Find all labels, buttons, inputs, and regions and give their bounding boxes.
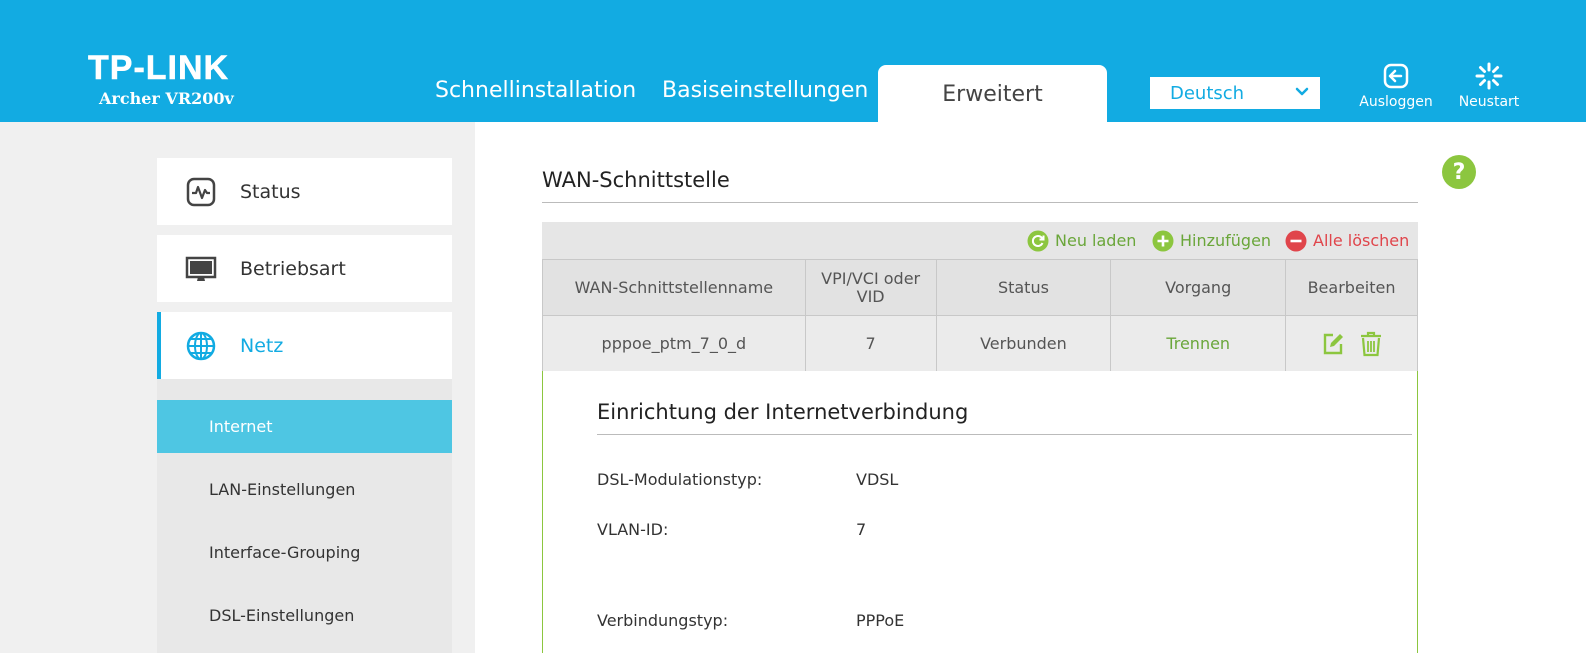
field-value: 7 — [856, 520, 867, 539]
sidebar-item-label: Betriebsart — [240, 257, 346, 280]
chevron-down-icon — [1295, 87, 1309, 96]
trash-icon[interactable] — [1359, 331, 1383, 357]
add-label: Hinzufügen — [1180, 231, 1272, 250]
sidebar-item-label: Netz — [240, 334, 284, 357]
tab-advanced[interactable]: Erweitert — [878, 65, 1107, 122]
edit-icon[interactable] — [1321, 332, 1345, 356]
delete-all-label: Alle löschen — [1313, 231, 1410, 250]
globe-icon — [186, 331, 216, 361]
logo-text: TP-LINK — [88, 49, 230, 87]
logout-icon — [1383, 63, 1409, 89]
vid-cell: 7 — [804, 315, 937, 372]
divider — [597, 434, 1412, 435]
logout-label: Ausloggen — [1359, 94, 1433, 110]
sidebar-subitem-interface-grouping[interactable]: Interface-Grouping — [157, 526, 452, 579]
tab-basic[interactable]: Basiseinstellungen — [662, 78, 868, 103]
table-row: pppoe_ptm_7_0_d 7 Verbunden Trennen — [542, 315, 1418, 372]
field-label: DSL-Modulationstyp: — [597, 470, 763, 489]
disconnect-link[interactable]: Trennen — [1110, 315, 1287, 372]
sidebar-item-operation-mode[interactable]: Betriebsart — [157, 235, 452, 302]
detail-title: Einrichtung der Internetverbindung — [597, 400, 969, 424]
column-header: VPI/VCI oder VID — [804, 259, 937, 316]
status-icon — [186, 177, 216, 207]
wan-name-cell: pppoe_ptm_7_0_d — [542, 315, 806, 372]
field-value: PPPoE — [856, 611, 905, 630]
reload-label: Neu laden — [1055, 231, 1137, 250]
field-label: Verbindungstyp: — [597, 611, 729, 630]
sidebar-item-network[interactable]: Netz — [157, 312, 452, 379]
divider — [542, 202, 1418, 203]
add-button[interactable]: Hinzufügen — [1152, 222, 1271, 259]
model-name: Archer VR200v — [99, 89, 234, 108]
page-title: WAN-Schnittstelle — [542, 168, 730, 192]
restart-icon — [1475, 62, 1503, 90]
language-select[interactable]: Deutsch — [1150, 77, 1320, 109]
tab-quick-setup[interactable]: Schnellinstallation — [435, 78, 636, 103]
field-label: VLAN-ID: — [597, 520, 669, 539]
tp-link-logo: TP-LINK Archer VR200v — [88, 49, 234, 108]
sidebar-item-label: Status — [240, 180, 301, 203]
minus-icon — [1285, 230, 1307, 251]
reload-button[interactable]: Neu laden — [1027, 222, 1136, 259]
column-header: Bearbeiten — [1285, 259, 1418, 316]
restart-label: Neustart — [1458, 94, 1520, 110]
monitor-icon — [185, 256, 217, 281]
column-header: Vorgang — [1110, 259, 1287, 316]
help-button[interactable]: ? — [1442, 155, 1476, 189]
table-toolbar: Neu laden Hinzufügen Alle löschen — [542, 222, 1418, 259]
field-value: VDSL — [856, 470, 899, 489]
sidebar-subitem-dsl[interactable]: DSL-Einstellungen — [157, 589, 452, 642]
edit-cell — [1285, 315, 1418, 372]
restart-button[interactable]: Neustart — [1444, 62, 1534, 110]
delete-all-button[interactable]: Alle löschen — [1285, 222, 1409, 259]
table-header-row: WAN-Schnittstellenname VPI/VCI oder VID … — [542, 259, 1418, 316]
sidebar-item-status[interactable]: Status — [157, 158, 452, 225]
top-header: TP-LINK Archer VR200v Schnellinstallatio… — [0, 0, 1586, 122]
sidebar-subitem-internet[interactable]: Internet — [157, 400, 452, 453]
refresh-icon — [1027, 230, 1049, 251]
plus-icon — [1152, 230, 1174, 251]
logout-button[interactable]: Ausloggen — [1351, 62, 1441, 110]
status-cell: Verbunden — [935, 315, 1112, 372]
column-header: Status — [935, 259, 1112, 316]
column-header: WAN-Schnittstellenname — [542, 259, 806, 316]
language-value: Deutsch — [1170, 82, 1245, 104]
sidebar-subitem-lan[interactable]: LAN-Einstellungen — [157, 463, 452, 516]
wan-table: WAN-Schnittstellenname VPI/VCI oder VID … — [542, 259, 1418, 372]
